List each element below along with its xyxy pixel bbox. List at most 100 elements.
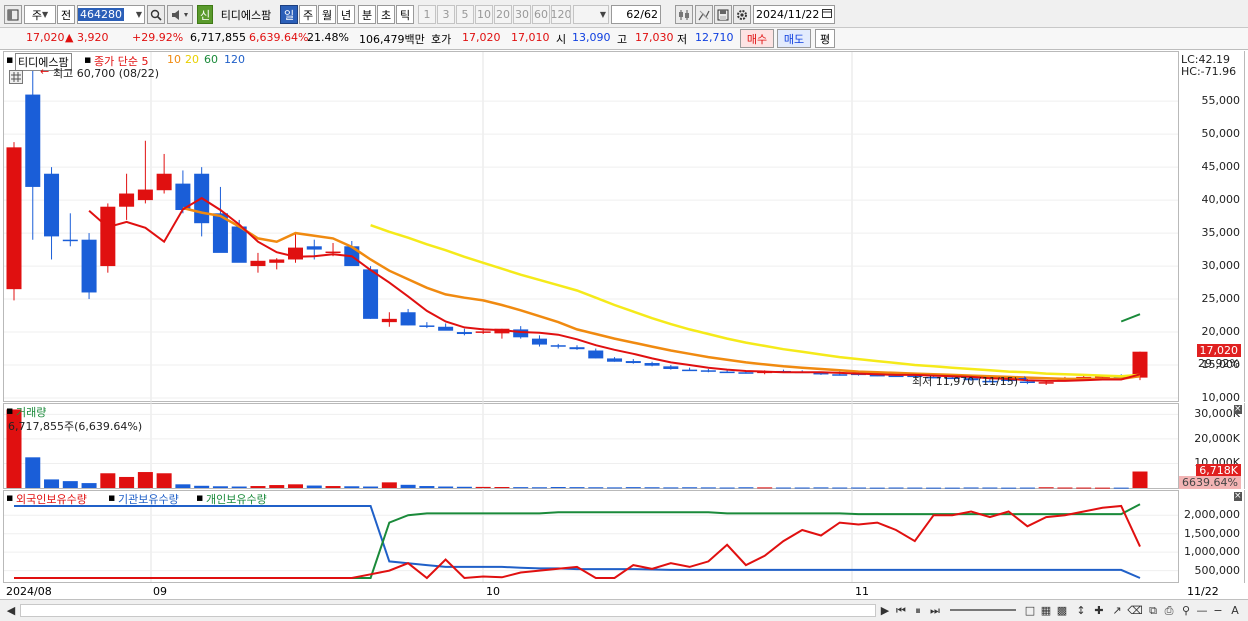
holding-title-foreign: 외국인보유수량 [16,493,87,506]
volume-bar [100,473,116,488]
volume-bar [1019,487,1035,489]
candle-body [700,370,716,372]
candle-body [25,94,41,187]
ma-legend-120: 120 [224,53,245,66]
volume-bar [907,487,923,489]
candle-body [531,338,547,345]
volume-bar [175,484,191,488]
erase-icon[interactable]: ⌫ [1127,603,1143,618]
volume-bar [719,487,735,489]
legend-bullet-icon: ▪ [196,491,204,504]
volume-bar [44,479,60,488]
holding-title-institution: 기관보유수량 [118,493,179,506]
zoom-in-icon[interactable]: − [1212,603,1224,618]
volume-bar [982,487,998,489]
volume-bar [850,487,867,489]
volume-bar [137,472,153,488]
scroll-track[interactable] [20,604,876,617]
layout-2-icon[interactable]: ▦ [1040,603,1052,618]
zoom-out-icon[interactable]: — [1196,603,1208,618]
volume-bar [738,487,754,489]
volume-bar [194,485,210,488]
candle-body [738,372,754,374]
volume-bar [531,487,547,489]
print-icon[interactable]: ⎙ [1162,603,1176,618]
volume-bar [682,487,698,489]
zoom-slider[interactable] [950,609,1016,611]
volume-bar [438,486,454,488]
volume-bar [775,487,791,489]
volume-bar [1113,487,1129,489]
ma-legend-60: 60 [204,53,218,66]
close-icon[interactable]: × [1234,492,1242,501]
volume-bar [62,481,78,488]
candle-body [832,374,848,376]
candle-body [419,325,435,327]
volume-bar [231,486,247,488]
volume-last-value: 6,717,855주(6,639.64%) [8,420,143,433]
candle-body [325,251,341,254]
volume-bar [888,487,904,489]
holding-title-individual: 개인보유수량 [206,493,267,506]
volume-bar [588,487,604,489]
table-toggle-icon[interactable] [9,70,23,84]
volume-bar [400,484,416,488]
candle-body [306,246,322,250]
ma10-line [182,206,1141,381]
candle-body [682,369,698,372]
candle-body [550,345,566,347]
volume-bar [813,487,829,489]
volume-bar [1038,487,1054,489]
font-size-icon[interactable]: A [1228,603,1242,618]
candle-body [6,147,22,290]
volume-bar [363,486,379,488]
candle-body [644,363,660,366]
trendline-icon[interactable]: ↗ [1110,603,1124,618]
xaxis-label-last: 11/22 [1187,585,1219,598]
crosshair-icon[interactable]: ✚ [1092,603,1106,618]
candle-body [438,326,454,331]
last-page-icon[interactable]: ⏭ [929,603,941,618]
chart-window: 주 ▼ 전 464280 ▼ 신 티디에스팜 일 주 월 년 분 초 틱 1 3… [0,0,1248,621]
volume-bar [513,487,529,489]
candle-body [588,350,604,359]
layout-3-icon[interactable]: ▩ [1056,603,1068,618]
volume-bar [306,485,322,488]
scroll-bar[interactable]: ◀ ▶ ⏮ ⏸ ⏭ □ ▦ ▩ ↕ ✚ ↗ ⌫ ⧉ ⎙ ⚲ — − A [0,599,1248,621]
candle-body [475,331,491,333]
copy-icon[interactable]: ⧉ [1146,603,1160,618]
volume-bar [119,476,135,488]
volume-bar [325,486,341,488]
candle-body [719,371,735,374]
scroll-left-icon[interactable]: ◀ [6,603,16,618]
volume-bar [25,457,41,488]
volume-bar [794,487,810,489]
pause-icon[interactable]: ⏸ [912,603,924,618]
menu-dot-icon[interactable]: ▪ [6,491,13,504]
candle-body [607,358,623,362]
foreign-holding-line [14,504,1141,580]
candle-body [44,173,60,237]
high-note: 최고 60,700 (08/22) [53,67,160,80]
volume-bar [81,483,97,488]
candle-body [1132,351,1148,378]
measure-icon[interactable]: ↕ [1074,603,1088,618]
volume-bar [832,487,848,489]
candle-body [100,206,116,267]
arrow-left-icon: ← [40,65,50,78]
volume-bar [381,482,397,488]
menu-dot-icon[interactable]: ▪ [6,404,13,417]
volume-bar [1057,487,1073,489]
close-icon[interactable]: × [1234,405,1242,414]
layout-1-icon[interactable]: □ [1024,603,1036,618]
volume-bar [550,487,566,489]
volume-bar [700,487,716,489]
menu-dot-icon[interactable]: ▪ [6,53,13,66]
volume-bar [569,487,585,489]
volume-bar [757,487,773,489]
volume-bar [1001,487,1017,489]
first-page-icon[interactable]: ⏮ [895,603,907,618]
scroll-right-icon[interactable]: ▶ [880,603,890,618]
volume-bar [1076,487,1092,489]
zoom-icon[interactable]: ⚲ [1180,603,1192,618]
